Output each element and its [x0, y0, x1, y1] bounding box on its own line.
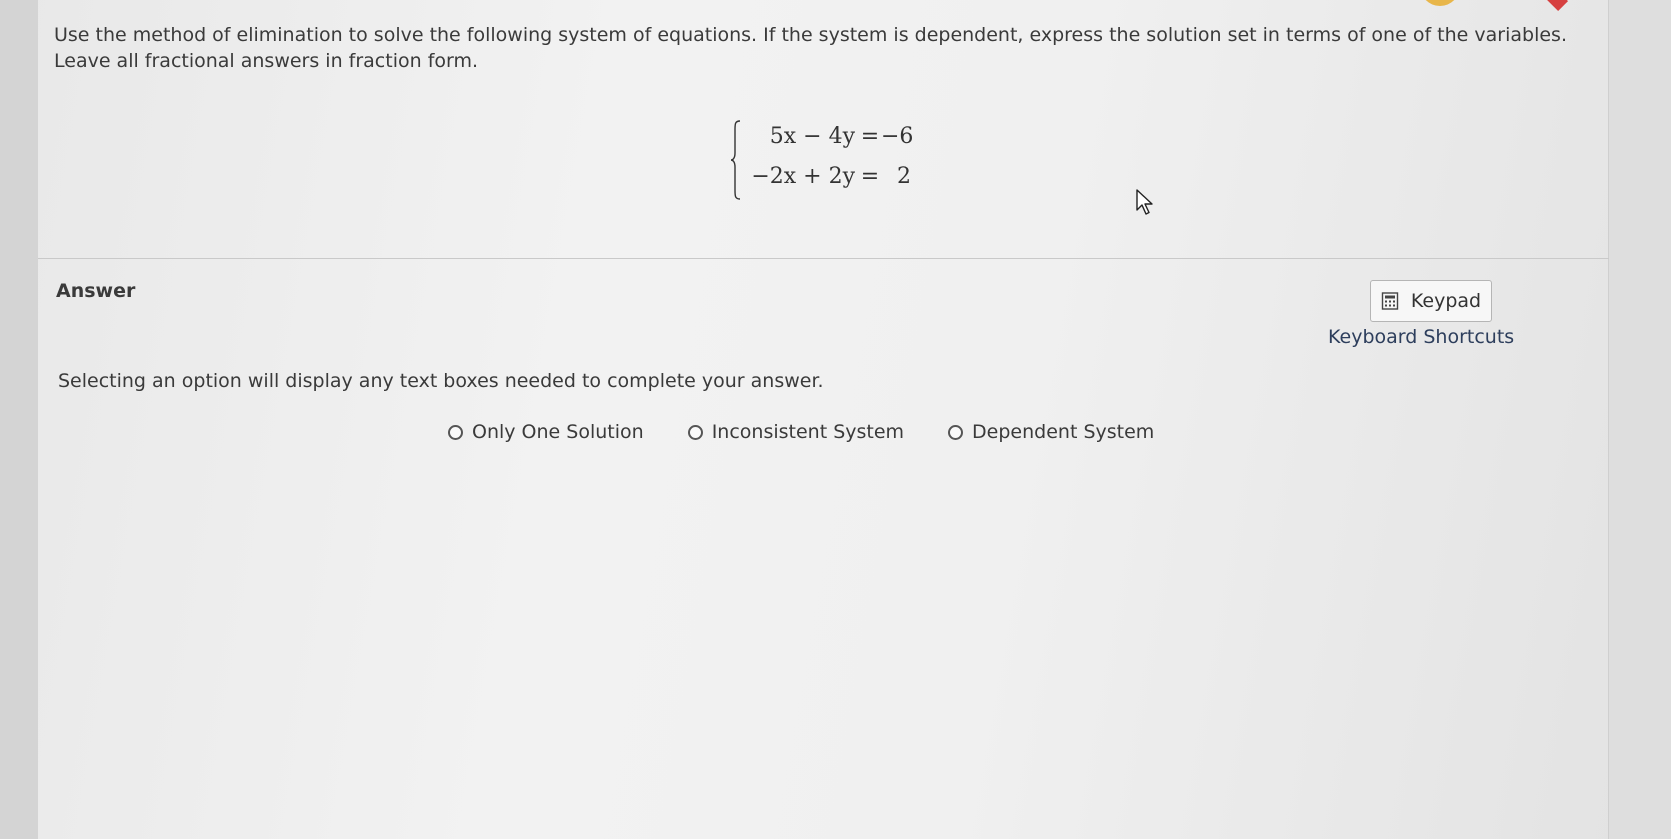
keypad-label: Keypad [1410, 290, 1482, 312]
calculator-icon [1381, 292, 1399, 310]
option-only-one-solution[interactable]: Only One Solution [448, 421, 644, 443]
option-inconsistent-system[interactable]: Inconsistent System [687, 421, 905, 443]
equation-row: −2x + 2y = 2 [745, 162, 915, 192]
option-label: Inconsistent System [711, 421, 905, 443]
equation-lhs: −2x + 2y [751, 164, 855, 189]
option-label: Only One Solution [472, 421, 644, 443]
equation-equals: = [860, 124, 880, 149]
equation-lhs: 5x − 4y [769, 124, 855, 149]
answer-instruction: Selecting an option will display any tex… [58, 370, 824, 392]
left-margin [0, 0, 38, 839]
right-scroll-area [1608, 0, 1671, 839]
equation-row: 5x − 4y = −6 [745, 122, 915, 152]
radio-button[interactable] [687, 424, 703, 440]
keyboard-shortcuts-link[interactable]: Keyboard Shortcuts [1328, 326, 1514, 348]
question-text: Use the method of elimination to solve t… [54, 24, 1567, 72]
equation-equals: = [860, 164, 880, 189]
badge-orange-icon[interactable] [1420, 0, 1460, 6]
answer-heading: Answer [56, 280, 136, 302]
page: Use the method of elimination to solve t… [0, 0, 1671, 839]
section-divider [38, 258, 1609, 259]
badge-red-icon[interactable] [1543, 0, 1569, 12]
left-brace-icon [731, 120, 741, 200]
radio-button[interactable] [448, 424, 463, 440]
equation-system: 5x − 4y = −6 −2x + 2y = 2 [731, 114, 951, 206]
equation-rhs: 2 [897, 164, 911, 189]
option-dependent-system[interactable]: Dependent System [948, 421, 1154, 443]
question-panel: Use the method of elimination to solve t… [38, 18, 1609, 839]
radio-button[interactable] [948, 424, 964, 440]
mouse-pointer-icon [1136, 189, 1153, 215]
equation-rhs: −6 [881, 124, 914, 149]
keypad-button[interactable]: Keypad [1370, 280, 1492, 322]
option-label: Dependent System [972, 421, 1155, 443]
answer-options: Only One Solution Inconsistent System De… [448, 421, 1154, 443]
